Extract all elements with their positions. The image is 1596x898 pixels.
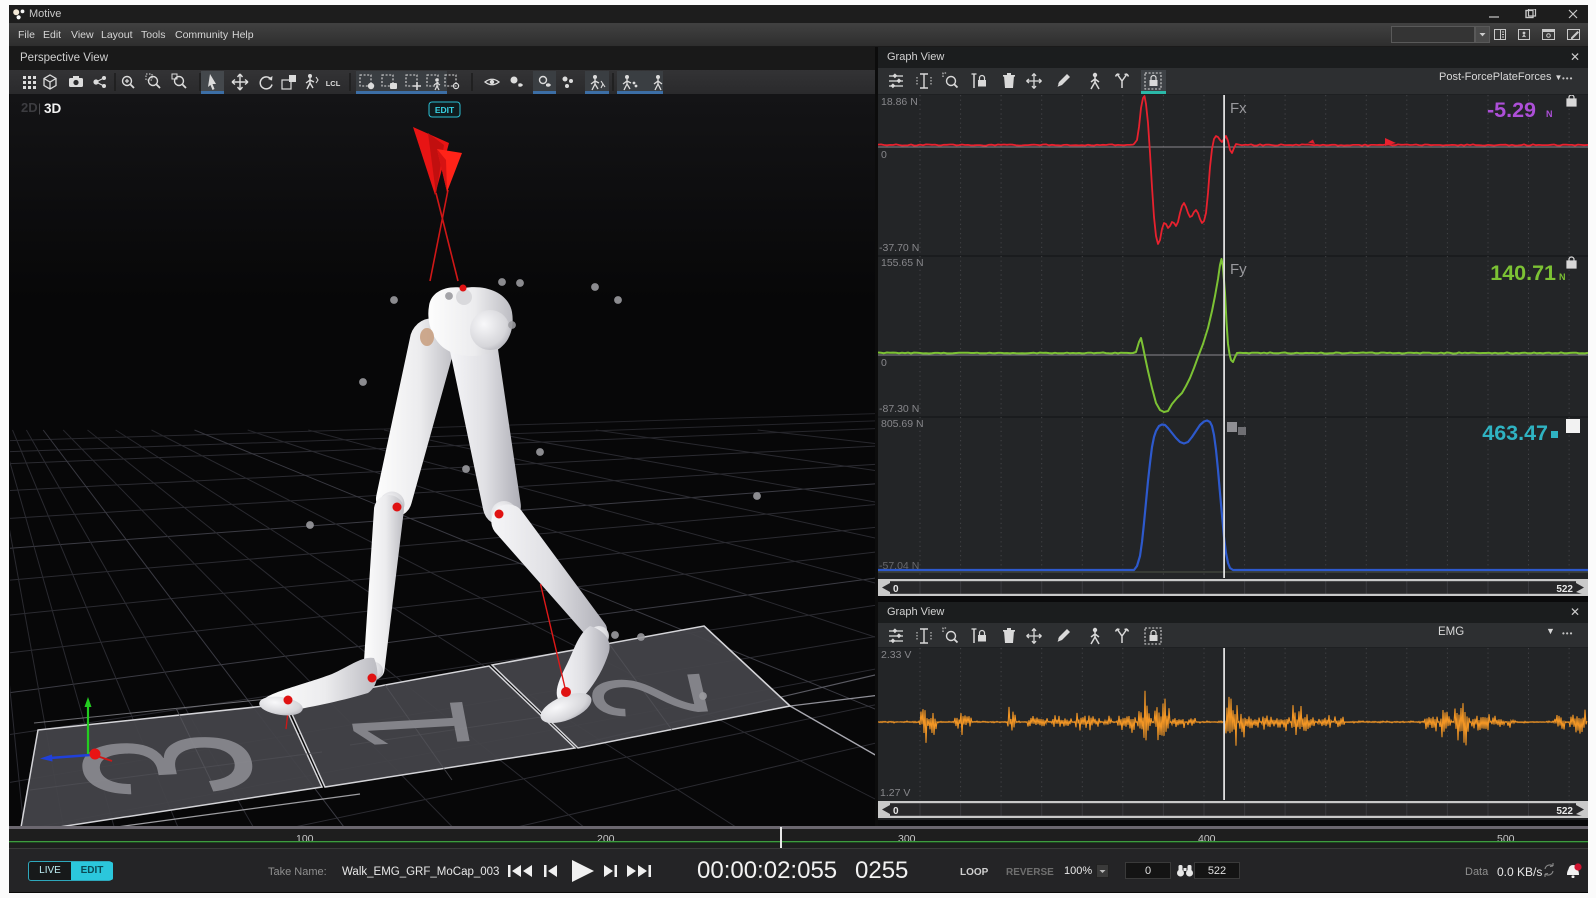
svg-text:Fy: Fy (1230, 261, 1247, 278)
svg-text:N: N (1559, 272, 1566, 282)
svg-text:-87.30 N: -87.30 N (879, 403, 919, 415)
svg-text:463.47: 463.47 (1482, 421, 1548, 445)
svg-text:155.65 N: 155.65 N (881, 257, 924, 269)
svg-text:0: 0 (881, 149, 887, 161)
svg-text:1: 1 (313, 696, 506, 757)
svg-text:522: 522 (1556, 584, 1573, 595)
svg-text:-57.04 N: -57.04 N (879, 560, 919, 572)
svg-text:Fx: Fx (1230, 100, 1247, 117)
svg-text:2D: 2D (21, 100, 38, 115)
svg-text:-5.29: -5.29 (1487, 98, 1536, 122)
svg-text:-37.70 N: -37.70 N (879, 242, 919, 254)
svg-text:140.71: 140.71 (1490, 261, 1556, 285)
svg-text:2.33 V: 2.33 V (881, 649, 911, 661)
svg-text:N: N (1546, 109, 1553, 119)
svg-text:0: 0 (881, 357, 887, 369)
svg-text:18.86 N: 18.86 N (881, 96, 918, 108)
svg-text:805.69 N: 805.69 N (881, 418, 924, 430)
svg-text:1.27 V: 1.27 V (880, 787, 910, 799)
svg-text:522: 522 (1556, 806, 1573, 817)
svg-text:0: 0 (893, 584, 899, 595)
svg-text:|: | (38, 101, 41, 115)
svg-text:LCL: LCL (326, 79, 341, 88)
svg-text:3: 3 (27, 727, 307, 804)
svg-text:EDIT: EDIT (435, 105, 455, 115)
svg-text:0: 0 (893, 806, 899, 817)
svg-text:3D: 3D (44, 101, 62, 116)
